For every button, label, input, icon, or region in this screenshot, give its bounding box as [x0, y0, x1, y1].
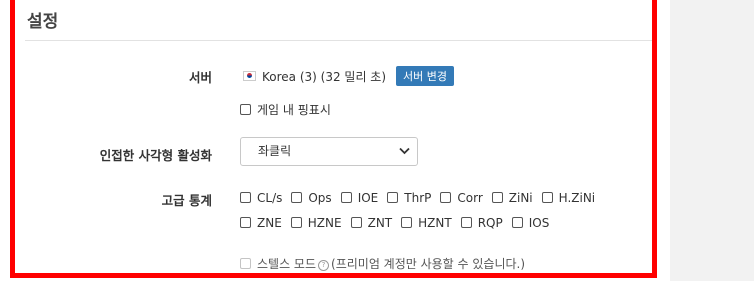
stat-label: Ops: [308, 191, 332, 205]
stat-option[interactable]: HZNE: [290, 216, 342, 230]
stat-checkbox[interactable]: [240, 217, 251, 228]
stat-label: HZNE: [307, 216, 342, 230]
stat-checkbox[interactable]: [541, 192, 553, 203]
stat-option[interactable]: H.ZiNi: [541, 191, 596, 205]
stat-label: CL/s: [257, 191, 283, 205]
stat-option[interactable]: ThrP: [387, 191, 431, 205]
panel-title: 설정: [27, 12, 59, 32]
adjacent-select-value: 좌클릭: [258, 144, 292, 158]
stat-label: RQP: [477, 216, 503, 230]
server-value: Korea (3) (32 밀리 초): [262, 70, 387, 84]
stat-label: ZNT: [367, 216, 393, 230]
stat-label: Corr: [457, 191, 483, 205]
adjacent-select[interactable]: 좌클릭: [240, 137, 418, 166]
stat-option[interactable]: HZNT: [401, 216, 452, 230]
stat-option[interactable]: Corr: [440, 191, 483, 205]
stat-checkbox[interactable]: [491, 192, 503, 203]
stat-label: IOE: [357, 191, 379, 205]
stat-checkbox[interactable]: [511, 217, 523, 228]
stat-option[interactable]: ZNE: [240, 216, 282, 230]
advanced-stats-row-2: ZNE HZNE ZNT HZNT RQP IOS: [240, 216, 558, 230]
stealth-mode-option: 스텔스 모드? (프리미엄 계정만 사용할 수 있습니다.): [240, 255, 525, 272]
ingame-ping-label: 게임 내 핑표시: [257, 103, 331, 117]
premium-note: (프리미엄 계정만 사용할 수 있습니다.): [331, 257, 526, 271]
stat-label: H.ZiNi: [558, 191, 596, 205]
help-icon[interactable]: ?: [318, 260, 330, 271]
stat-checkbox[interactable]: [350, 217, 362, 228]
stat-option[interactable]: IOE: [340, 191, 379, 205]
server-label: 서버: [188, 70, 212, 85]
stat-label: HZNT: [418, 216, 452, 230]
stat-checkbox[interactable]: [291, 192, 303, 203]
stat-checkbox[interactable]: [240, 192, 251, 203]
stat-label: IOS: [528, 216, 550, 230]
page-gutter: [670, 0, 754, 281]
stat-checkbox[interactable]: [440, 192, 452, 203]
ingame-ping-checkbox[interactable]: [240, 104, 251, 115]
stat-checkbox[interactable]: [460, 217, 472, 228]
stat-option[interactable]: RQP: [460, 216, 503, 230]
stat-label: ZNE: [257, 216, 282, 230]
stat-label: ThrP: [404, 191, 432, 205]
title-divider: [25, 40, 652, 41]
stat-option[interactable]: CL/s: [240, 191, 282, 205]
change-server-button[interactable]: 서버 변경: [396, 66, 455, 86]
stealth-mode-label: 스텔스 모드: [257, 257, 317, 271]
korea-flag-icon: [243, 71, 256, 81]
stat-checkbox[interactable]: [340, 192, 352, 203]
stat-label: ZiNi: [508, 191, 533, 205]
advanced-stats-label: 고급 통계: [161, 193, 212, 208]
chevron-down-icon: [399, 147, 410, 155]
stealth-mode-checkbox: [240, 258, 251, 269]
server-info: Korea (3) (32 밀리 초) 서버 변경: [243, 66, 455, 86]
stat-checkbox[interactable]: [387, 192, 399, 203]
stat-option[interactable]: IOS: [511, 216, 550, 230]
stat-checkbox[interactable]: [290, 217, 302, 228]
stat-option[interactable]: ZNT: [350, 216, 393, 230]
stat-checkbox[interactable]: [401, 217, 413, 228]
adjacent-label: 인접한 사각형 활성화: [99, 148, 212, 163]
advanced-stats-row-1: CL/s Ops IOE ThrP Corr ZiNi H.ZiNi: [240, 191, 604, 205]
stat-option[interactable]: Ops: [291, 191, 332, 205]
ingame-ping-option[interactable]: 게임 내 핑표시: [240, 101, 331, 118]
stat-option[interactable]: ZiNi: [491, 191, 533, 205]
